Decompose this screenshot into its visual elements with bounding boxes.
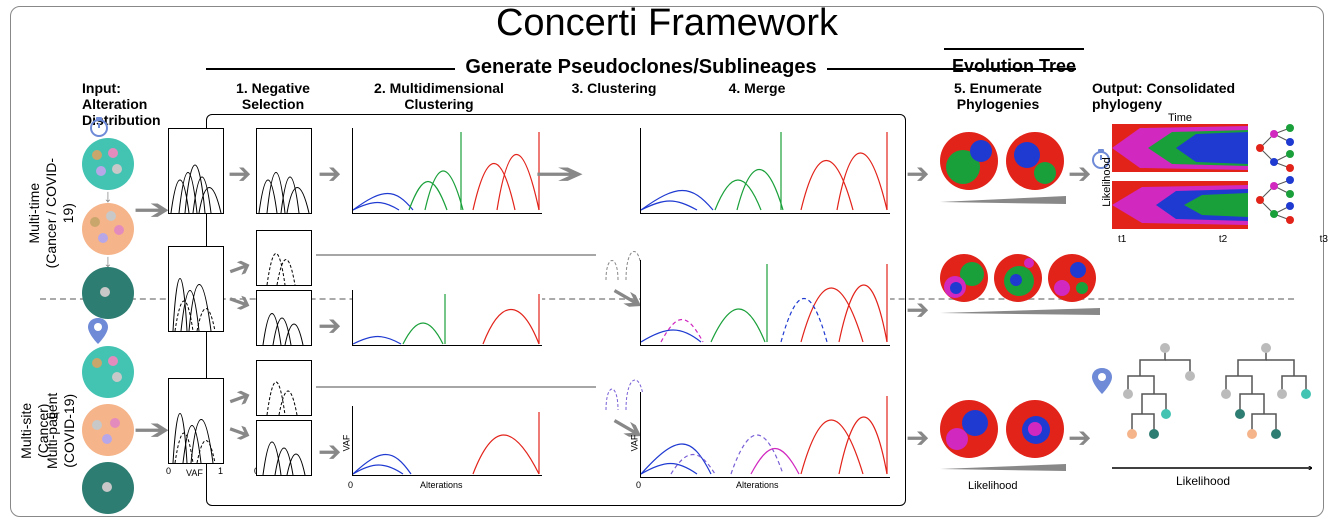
output-tree-left [1120, 340, 1210, 465]
axis-likelihood: Likelihood [968, 480, 1018, 492]
tick-one: 1 [218, 466, 223, 476]
row-label-multipatient: Multi-patient (COVID-19) [44, 376, 78, 486]
plot-multidim-rowB [352, 290, 542, 346]
input-samples-bottom [82, 346, 134, 514]
axis-vaf-vertical: VAF [341, 435, 351, 452]
tick-zero: 0 [348, 480, 353, 490]
step2-label: 2. Multidimensional Clustering [354, 80, 524, 112]
tick-zero: 0 [166, 466, 171, 476]
plot-merge-rowB [640, 260, 890, 346]
tick-zero: 0 [636, 480, 641, 490]
map-pin-icon [1092, 368, 1112, 399]
plot-input-dist-rowC [168, 378, 224, 464]
axis-likelihood: Likelihood [1176, 474, 1230, 488]
output-tree-right [1218, 340, 1314, 465]
section-generate-label: Generate Pseudoclones/Sublineages [455, 56, 826, 78]
mini-tree-out-top1 [1256, 124, 1312, 177]
arrow-icon: ➔ [318, 160, 341, 188]
output-label: Output: Consolidated phylogeny [1092, 80, 1312, 112]
plot-negsel-rowB-solid [256, 290, 312, 346]
plot-multidim-rowC [352, 406, 542, 476]
arrow-icon: ➔ [906, 424, 929, 452]
plot-negsel-rowA [256, 128, 312, 214]
plot-negsel-rowC-dashed [256, 360, 312, 416]
output-likelihood-axis-v: Likelihood [1101, 157, 1113, 207]
arrow-icon: ➔ [906, 160, 929, 188]
arrow-icon: ➔ [534, 160, 586, 188]
arrow-icon: ➔ [133, 416, 171, 444]
arrow-icon: ➔ [133, 196, 171, 224]
row-label-multitime: Multi-time (Cancer / COVID-19) [26, 148, 76, 278]
plot-input-dist-rowA [168, 128, 224, 214]
long-arrow-line [316, 386, 596, 388]
mini-tree-out-top2 [1256, 176, 1312, 229]
arrow-icon: ➔ [906, 296, 929, 324]
plot-multidim-rowA [352, 128, 542, 214]
step4-label: 4. Merge [712, 80, 802, 96]
tick-t2: t2 [1219, 234, 1227, 245]
plot-merge-rowC [640, 392, 890, 478]
phylogeny-rowC [940, 400, 1066, 476]
map-pin-icon [88, 318, 108, 349]
phylogeny-rowB [940, 254, 1100, 320]
section-evolution-header: Evolution Tree [944, 56, 1084, 77]
axis-alterations: Alterations [736, 480, 779, 490]
page-title: Concerti Framework [0, 2, 1334, 45]
plot-merge-rowA [640, 128, 890, 214]
plot-negsel-rowC-solid [256, 420, 312, 476]
output-likelihood-axis [1112, 466, 1312, 470]
axis-alterations: Alterations [420, 480, 463, 490]
evolution-tree-label: Evolution Tree [952, 56, 1076, 76]
phylogeny-rowA [940, 132, 1066, 204]
step3-label: 3. Clustering [554, 80, 674, 96]
step5-label: 5. Enumerate Phylogenies [928, 80, 1068, 112]
output-time-axis: Time [1112, 112, 1248, 124]
tick-t1: t1 [1118, 234, 1126, 245]
input-samples-top: ↓ ↓ [82, 138, 134, 319]
row-label-or: or [49, 408, 60, 422]
tick-t3: t3 [1320, 234, 1328, 245]
arrow-icon: ➔ [1068, 160, 1091, 188]
step1-label: 1. Negative Selection [218, 80, 328, 112]
arrow-icon: ➔ [228, 160, 251, 188]
long-arrow-line [316, 254, 596, 256]
arrow-icon: ➔ [318, 438, 341, 466]
axis-vaf-vertical: VAF [629, 435, 639, 452]
plot-negsel-rowB-dashed [256, 230, 312, 286]
axis-vaf: VAF [186, 468, 203, 478]
plot-input-dist-rowB [168, 246, 224, 332]
arrow-icon: ➔ [318, 312, 341, 340]
arrow-icon: ➔ [1068, 424, 1091, 452]
